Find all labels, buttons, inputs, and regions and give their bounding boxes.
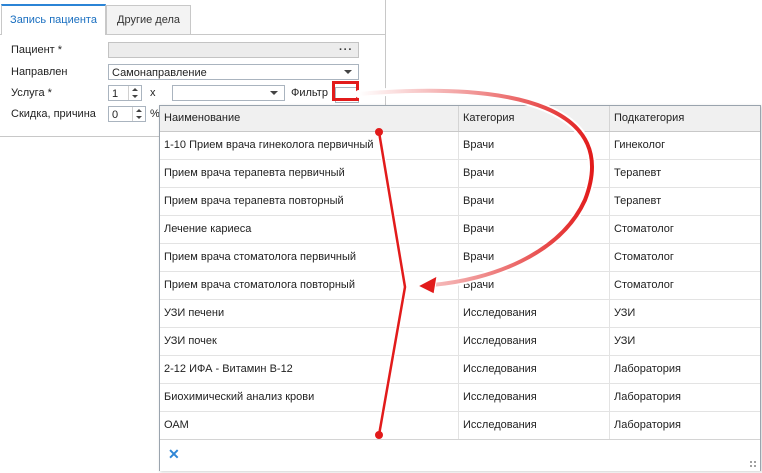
cell-name: Прием врача стоматолога первичный xyxy=(160,244,459,272)
table-row[interactable]: УЗИ печени Исследования УЗИ xyxy=(160,300,760,328)
direction-select[interactable]: Самонаправление xyxy=(108,64,359,80)
cell-category: Исследования xyxy=(459,356,610,384)
cell-subcategory: Лаборатория xyxy=(614,391,681,403)
spin-arrows-icon[interactable] xyxy=(132,107,145,121)
table-row[interactable]: Прием врача стоматолога первичный Врачи … xyxy=(160,244,760,272)
service-label: Услуга * xyxy=(11,87,52,99)
cell-category: Врачи xyxy=(459,216,610,244)
chevron-down-icon[interactable] xyxy=(344,70,352,74)
cell-name: Прием врача терапевта первичный xyxy=(160,160,459,188)
table-row[interactable]: Прием врача терапевта первичный Врачи Те… xyxy=(160,160,760,188)
resize-grip-icon[interactable] xyxy=(749,460,757,468)
service-qty-stepper[interactable]: 1 xyxy=(108,85,142,101)
spin-arrows-icon[interactable] xyxy=(128,86,141,100)
tab-strip: Запись пациента Другие дела xyxy=(0,0,385,35)
table-row[interactable]: Биохимический анализ крови Исследования … xyxy=(160,384,760,412)
cell-name: 1-10 Прием врача гинеколога первичный xyxy=(160,132,459,160)
close-icon[interactable]: ✕ xyxy=(168,446,180,463)
direction-value: Самонаправление xyxy=(112,67,207,79)
chevron-down-icon[interactable] xyxy=(270,91,278,95)
table-row[interactable]: 2-12 ИФА - Витамин В-12 Исследования Лаб… xyxy=(160,356,760,384)
tab-patient-record[interactable]: Запись пациента xyxy=(1,4,106,35)
cell-category: Исследования xyxy=(459,328,610,356)
cell-subcategory: Гинеколог xyxy=(614,139,666,151)
table-row[interactable]: ОАМ Исследования Лаборатория xyxy=(160,412,760,440)
cell-category: Врачи xyxy=(459,244,610,272)
cell-category: Врачи xyxy=(459,272,610,300)
cell-category: Исследования xyxy=(459,300,610,328)
multiply-sign: x xyxy=(150,87,156,99)
cell-subcategory: Терапевт xyxy=(614,195,662,207)
cell-name: Биохимический анализ крови xyxy=(160,384,459,412)
cell-name: УЗИ печени xyxy=(160,300,459,328)
cell-subcategory: УЗИ xyxy=(614,307,636,319)
filter-label: Фильтр xyxy=(291,87,328,99)
table-row[interactable]: Прием врача терапевта повторный Врачи Те… xyxy=(160,188,760,216)
table-row[interactable]: УЗИ почек Исследования УЗИ xyxy=(160,328,760,356)
filter-highlight-box xyxy=(332,81,359,101)
cell-category: Исследования xyxy=(459,384,610,412)
cell-subcategory: УЗИ xyxy=(614,335,636,347)
cell-name: ОАМ xyxy=(160,412,459,440)
discount-value: 0 xyxy=(112,109,119,121)
patient-field[interactable]: ··· xyxy=(108,42,359,58)
cell-subcategory: Стоматолог xyxy=(614,279,674,291)
discount-stepper[interactable]: 0 xyxy=(108,106,146,122)
table-row[interactable]: Прием врача стоматолога повторный Врачи … xyxy=(160,272,760,300)
column-header-subcategory[interactable]: Подкатегория xyxy=(610,106,760,131)
cell-subcategory: Стоматолог xyxy=(614,223,674,235)
column-header-name[interactable]: Наименование xyxy=(160,106,459,131)
table-row[interactable]: 1-10 Прием врача гинеколога первичный Вр… xyxy=(160,132,760,160)
table-row[interactable]: Лечение кариеса Врачи Стоматолог xyxy=(160,216,760,244)
service-dropdown-grid: Наименование Категория Подкатегория 1-10… xyxy=(159,105,761,471)
cell-name: 2-12 ИФА - Витамин В-12 xyxy=(160,356,459,384)
grid-footer: ✕ xyxy=(160,439,760,471)
cell-name: УЗИ почек xyxy=(160,328,459,356)
cell-name: Прием врача терапевта повторный xyxy=(160,188,459,216)
cell-category: Врачи xyxy=(459,160,610,188)
cell-subcategory: Лаборатория xyxy=(614,363,681,375)
cell-subcategory: Терапевт xyxy=(614,167,662,179)
cell-subcategory: Стоматолог xyxy=(614,251,674,263)
tab-other-tasks[interactable]: Другие дела xyxy=(106,5,191,34)
grid-header: Наименование Категория Подкатегория xyxy=(160,106,760,132)
cell-name: Лечение кариеса xyxy=(160,216,459,244)
direction-label: Направлен xyxy=(11,66,68,78)
ellipsis-button[interactable]: ··· xyxy=(339,42,353,58)
patient-label: Пациент * xyxy=(11,44,63,56)
cell-category: Врачи xyxy=(459,132,610,160)
cell-name: Прием врача стоматолога повторный xyxy=(160,272,459,300)
cell-category: Врачи xyxy=(459,188,610,216)
cell-category: Исследования xyxy=(459,412,610,440)
column-header-category[interactable]: Категория xyxy=(459,106,610,131)
service-select[interactable] xyxy=(172,85,285,101)
service-qty-value: 1 xyxy=(112,88,119,100)
discount-label: Скидка, причина xyxy=(11,108,96,120)
cell-subcategory: Лаборатория xyxy=(614,419,681,431)
